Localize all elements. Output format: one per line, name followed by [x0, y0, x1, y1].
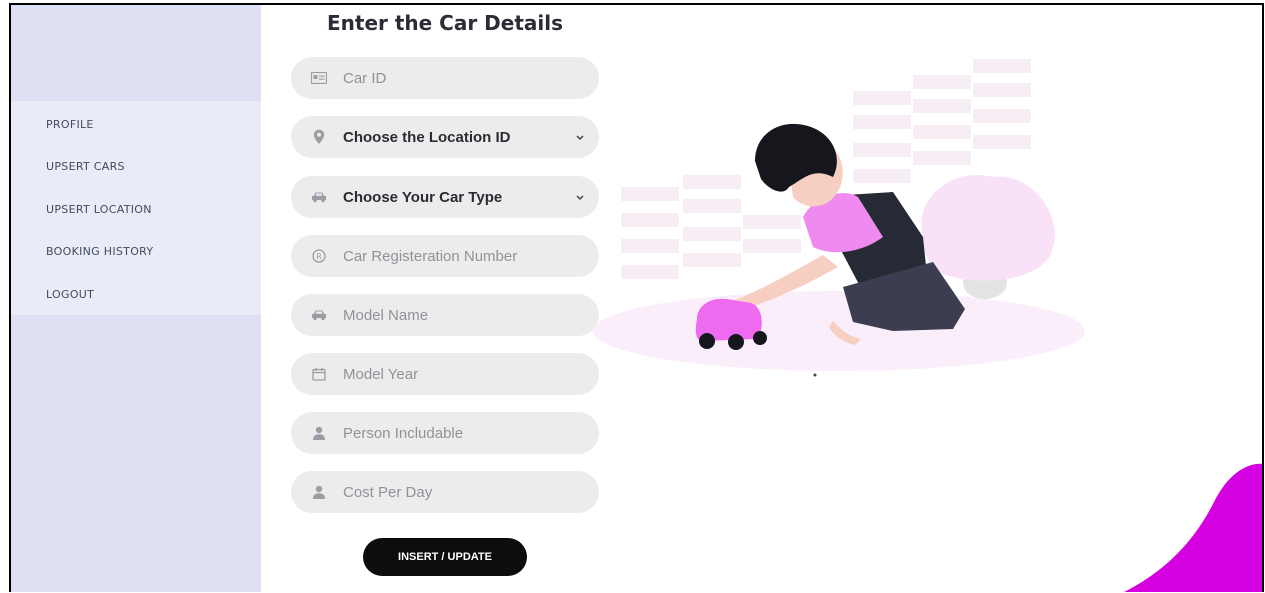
car-icon [311, 307, 327, 323]
user-icon [311, 484, 327, 500]
child-playing-illustration [593, 59, 1085, 377]
registration-field[interactable]: R Car Registeration Number [291, 235, 599, 277]
cost-input[interactable]: Cost Per Day [343, 484, 432, 501]
registered-icon: R [311, 248, 327, 264]
sidebar-item-booking-history[interactable]: BOOKING HISTORY [46, 245, 153, 258]
registration-input[interactable]: Car Registeration Number [343, 248, 517, 265]
car-id-field[interactable]: Car ID [291, 57, 599, 99]
location-select[interactable]: Choose the Location ID [291, 116, 599, 158]
sidebar: PROFILE UPSERT CARS UPSERT LOCATION BOOK… [11, 5, 261, 592]
page-title: Enter the Car Details [327, 11, 564, 35]
app-window: PROFILE UPSERT CARS UPSERT LOCATION BOOK… [9, 3, 1264, 592]
model-year-field[interactable]: Model Year [291, 353, 599, 395]
user-icon [311, 425, 327, 441]
calendar-icon [311, 366, 327, 382]
model-name-input[interactable]: Model Name [343, 307, 428, 324]
id-card-icon [311, 70, 327, 86]
insert-update-button[interactable]: INSERT / UPDATE [363, 538, 527, 576]
persons-input[interactable]: Person Includable [343, 425, 463, 442]
car-icon [311, 189, 327, 205]
sidebar-item-logout[interactable]: LOGOUT [46, 288, 94, 301]
chevron-down-icon [575, 129, 585, 150]
location-select-value: Choose the Location ID [343, 128, 511, 146]
map-pin-icon [311, 129, 327, 145]
sidebar-menu: PROFILE UPSERT CARS UPSERT LOCATION BOOK… [11, 101, 261, 315]
model-year-input[interactable]: Model Year [343, 366, 418, 383]
persons-field[interactable]: Person Includable [291, 412, 599, 454]
chevron-down-icon [575, 189, 585, 210]
decorative-blob [1124, 463, 1262, 592]
car-type-select-value: Choose Your Car Type [343, 188, 503, 206]
car-type-select[interactable]: Choose Your Car Type [291, 176, 599, 218]
sidebar-item-upsert-cars[interactable]: UPSERT CARS [46, 160, 125, 173]
cost-field[interactable]: Cost Per Day [291, 471, 599, 513]
sidebar-item-profile[interactable]: PROFILE [46, 118, 94, 131]
car-id-input[interactable]: Car ID [343, 70, 386, 87]
svg-text:R: R [316, 252, 322, 261]
sidebar-item-upsert-location[interactable]: UPSERT LOCATION [46, 203, 152, 216]
model-name-field[interactable]: Model Name [291, 294, 599, 336]
